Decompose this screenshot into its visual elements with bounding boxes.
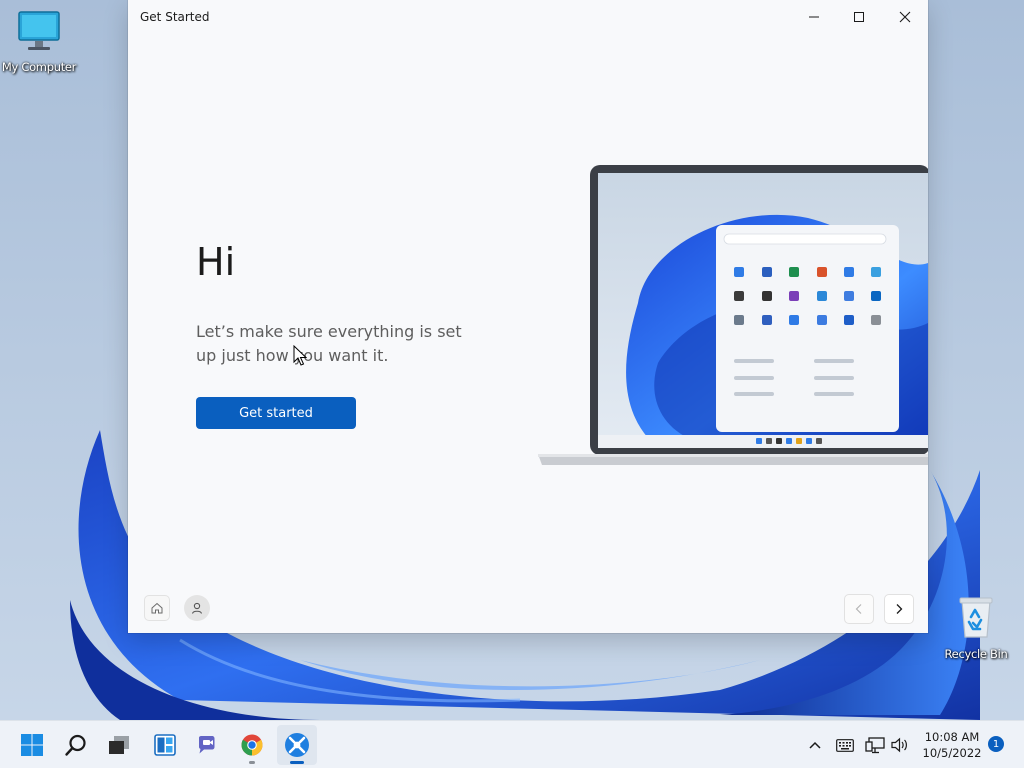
home-button[interactable] xyxy=(144,595,170,621)
get-started-button[interactable]: Get started xyxy=(196,397,356,429)
volume-button[interactable] xyxy=(889,731,911,759)
close-icon xyxy=(899,11,911,22)
desktop-icon-label: Recycle Bin xyxy=(944,647,1008,661)
laptop-illustration xyxy=(538,165,928,465)
running-indicator xyxy=(249,761,255,764)
network-icon xyxy=(865,736,885,753)
notification-badge[interactable]: 1 xyxy=(988,736,1004,752)
taskbar: 10:08 AM 10/5/2022 1 xyxy=(0,720,1024,768)
keyboard-icon xyxy=(836,738,854,752)
clock-time: 10:08 AM xyxy=(924,730,980,744)
previous-button[interactable] xyxy=(844,594,874,624)
chevron-right-icon xyxy=(896,604,903,614)
profile-button[interactable] xyxy=(184,595,210,621)
get-started-icon xyxy=(285,733,309,757)
next-button[interactable] xyxy=(884,594,914,624)
taskbar-get-started-button[interactable] xyxy=(277,725,317,765)
minimize-button[interactable] xyxy=(791,0,837,33)
minimize-icon xyxy=(809,16,819,17)
volume-icon xyxy=(891,737,907,753)
chrome-icon xyxy=(241,734,263,756)
page-subtitle: Let’s make sure everything is set up jus… xyxy=(196,322,462,365)
teams-chat-icon xyxy=(199,736,215,754)
profile-icon xyxy=(191,602,203,614)
network-button[interactable] xyxy=(864,731,886,759)
maximize-button[interactable] xyxy=(836,0,882,33)
home-icon xyxy=(151,602,163,614)
show-hidden-icons-button[interactable] xyxy=(805,731,825,759)
mouse-cursor xyxy=(293,345,307,366)
monitor-icon xyxy=(18,11,60,50)
close-button[interactable] xyxy=(882,0,928,33)
taskbar-chrome-button[interactable] xyxy=(232,725,272,765)
desktop-icon-my-computer[interactable]: My Computer xyxy=(0,10,81,74)
active-indicator xyxy=(290,761,304,764)
window-title: Get Started xyxy=(140,10,210,24)
taskbar-search-button[interactable] xyxy=(56,725,96,765)
clock-date: 10/5/2022 xyxy=(922,746,982,760)
get-started-window: Get Started Hi Let’s make sure everythin… xyxy=(128,0,928,633)
desktop-icon-recycle-bin[interactable]: Recycle Bin xyxy=(934,595,1018,661)
taskbar-task-view-button[interactable] xyxy=(99,725,139,765)
chevron-up-icon xyxy=(809,741,821,749)
task-view-icon xyxy=(109,736,129,754)
window-titlebar[interactable]: Get Started xyxy=(128,0,928,33)
maximize-icon xyxy=(854,11,864,22)
windows-logo-icon xyxy=(21,734,43,756)
recycle-bin-icon xyxy=(959,597,993,638)
widgets-icon xyxy=(154,734,176,756)
taskbar-chat-button[interactable] xyxy=(188,725,228,765)
taskbar-start-button[interactable] xyxy=(12,725,52,765)
input-indicator-button[interactable] xyxy=(834,731,856,759)
page-title: Hi xyxy=(196,240,236,284)
search-icon xyxy=(65,734,86,756)
desktop-icon-label: My Computer xyxy=(1,60,77,74)
chevron-left-icon xyxy=(855,604,862,614)
taskbar-widgets-button[interactable] xyxy=(145,725,185,765)
taskbar-clock[interactable]: 10:08 AM 10/5/2022 xyxy=(918,729,986,761)
